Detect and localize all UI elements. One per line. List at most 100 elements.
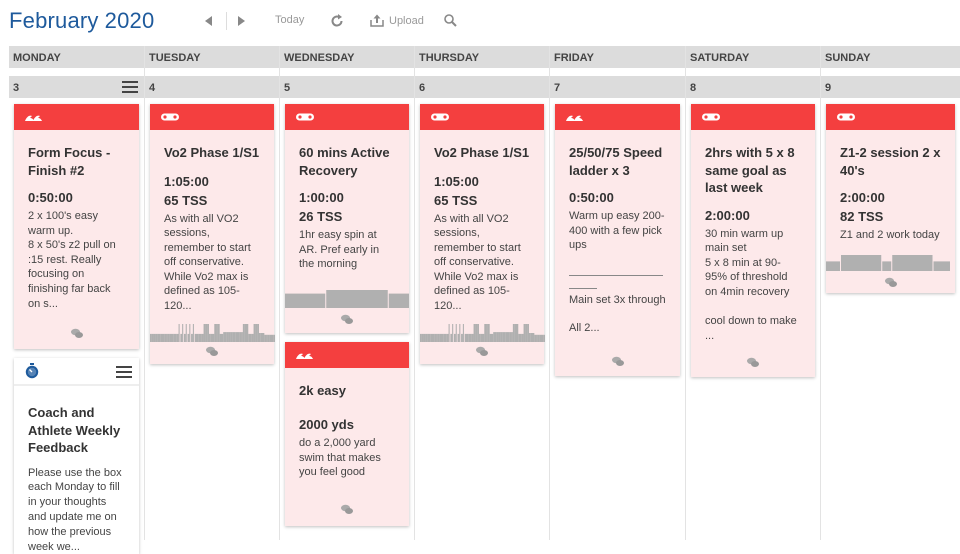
day-column-friday: FRIDAY 7 25/50/75 Speed ladder x 3 0:50:…	[550, 46, 686, 540]
day-header: TUESDAY	[145, 46, 279, 68]
profile-bar	[187, 333, 190, 342]
day-number: 5	[284, 82, 291, 94]
workout-profile-chart	[150, 323, 275, 342]
day-header: THURSDAY	[415, 46, 549, 68]
workout-description: As with all VO2 sessions, remember to st…	[164, 212, 251, 313]
day-number: 9	[825, 82, 832, 94]
comments-icon[interactable]	[476, 346, 489, 356]
workout-profile-chart	[285, 289, 409, 308]
comments-icon[interactable]	[70, 328, 83, 339]
profile-bar	[471, 333, 474, 342]
profile-bar	[445, 333, 447, 342]
top-bar: February 2020 Today Upload	[0, 0, 960, 44]
profile-bar	[462, 323, 464, 342]
workout-tss: 26 TSS	[299, 209, 343, 224]
comments-icon[interactable]	[341, 314, 354, 324]
comments-icon[interactable]	[341, 504, 354, 515]
profile-bar	[191, 333, 193, 342]
profile-bar	[235, 331, 238, 342]
profile-bar	[248, 333, 251, 342]
upload-label: Upload	[389, 14, 424, 27]
today-button[interactable]: Today	[275, 14, 304, 26]
comments-icon[interactable]	[884, 277, 897, 287]
month-label: February	[9, 8, 99, 33]
week-menu-icon[interactable]	[122, 81, 138, 93]
workout-tss: 65 TSS	[434, 192, 478, 208]
profile-bar	[237, 331, 240, 342]
year-label: 2020	[104, 8, 155, 33]
profile-bar	[183, 333, 186, 342]
profile-bar	[421, 333, 424, 342]
workout-duration: 1:05:00	[164, 173, 209, 189]
profile-bar	[443, 333, 446, 342]
profile-bar	[212, 333, 215, 342]
profile-bar	[173, 333, 176, 342]
search-button[interactable]	[444, 14, 457, 27]
comments-icon[interactable]	[206, 346, 219, 356]
workout-title: 25/50/75 Speed ladder x 3	[569, 145, 663, 178]
workout-duration: 0:50:00	[569, 190, 614, 205]
workout-card[interactable]: 25/50/75 Speed ladder x 3 0:50:00 Warm u…	[555, 104, 680, 376]
comments-icon[interactable]	[611, 356, 624, 366]
day-header: MONDAY	[9, 46, 144, 68]
day-number-bar: 9	[821, 76, 960, 98]
caret-left-icon	[205, 16, 212, 26]
workout-title: Z1-2 session 2 x 40's	[840, 145, 941, 178]
page-title: February 2020	[9, 8, 154, 34]
profile-bar	[251, 333, 254, 342]
refresh-icon	[331, 14, 343, 27]
next-week-button[interactable]	[237, 16, 245, 26]
workout-card[interactable]: 60 mins Active Recovery 1:00:00 26 TSS 1…	[285, 104, 409, 333]
profile-bar	[478, 333, 481, 342]
day-column-thursday: THURSDAY 6 Vo2 Phase 1/S1 1:05:00 65 TSS…	[415, 46, 550, 540]
profile-bar	[532, 332, 535, 342]
bike-icon	[296, 113, 314, 121]
workout-card[interactable]: 2hrs with 5 x 8 same goal as last week 2…	[691, 104, 815, 378]
workout-card[interactable]: Vo2 Phase 1/S1 1:05:00 65 TSS As with al…	[420, 104, 545, 364]
day-number-bar: 3	[9, 76, 144, 98]
profile-bar	[453, 333, 456, 342]
calendar-grid: MONDAY 3 Form Focus - Finish #2 0:50:00 …	[9, 46, 960, 554]
day-column-saturday: SATURDAY 8 2hrs with 5 x 8 same goal as …	[686, 46, 821, 540]
workout-card[interactable]: Form Focus - Finish #2 0:50:00 2 x 100's…	[14, 104, 139, 350]
profile-bar	[527, 323, 529, 342]
profile-bar	[420, 333, 422, 342]
profile-bar	[464, 333, 467, 342]
day-header: SATURDAY	[686, 46, 820, 68]
profile-bar	[153, 333, 156, 342]
workout-description-more: All 2...	[569, 322, 600, 335]
workout-card[interactable]: Z1-2 session 2 x 40's 2:00:00 82 TSS Z1 …	[826, 104, 955, 293]
profile-bar	[167, 333, 170, 342]
workout-title: Vo2 Phase 1/S1	[434, 145, 530, 160]
prev-week-button[interactable]	[205, 16, 213, 26]
profile-bar	[198, 333, 201, 342]
profile-bar	[175, 333, 177, 342]
profile-bar	[210, 333, 213, 342]
comments-icon[interactable]	[747, 357, 760, 368]
profile-bar	[459, 323, 461, 342]
profile-bar	[225, 331, 227, 342]
note-menu-icon[interactable]	[116, 366, 132, 379]
workout-card[interactable]: Vo2 Phase 1/S1 1:05:00 65 TSS As with al…	[150, 104, 275, 364]
profile-bar	[475, 323, 478, 342]
profile-bar	[455, 323, 457, 342]
workout-description: Z1 and 2 work today	[840, 229, 940, 241]
profile-bar	[841, 254, 882, 271]
profile-bar	[178, 323, 180, 342]
profile-bar	[441, 333, 444, 342]
day-number-bar: 5	[280, 76, 414, 98]
profile-bar	[436, 333, 438, 342]
day-column-monday: MONDAY 3 Form Focus - Finish #2 0:50:00 …	[9, 46, 145, 554]
workout-card[interactable]: 2k easy 2000 yds do a 2,000 yard swim th…	[285, 341, 409, 527]
profile-bar	[537, 334, 540, 342]
day-header: SUNDAY	[821, 46, 960, 68]
upload-button[interactable]: Upload	[370, 14, 424, 27]
profile-bar	[166, 333, 168, 342]
profile-bar	[534, 334, 537, 342]
refresh-button[interactable]	[330, 14, 344, 28]
profile-bar	[427, 333, 429, 342]
profile-bar	[521, 333, 524, 342]
workout-duration: 0:50:00	[28, 190, 73, 205]
profile-bar	[486, 323, 488, 342]
note-card[interactable]: Coach and Athlete Weekly Feedback Please…	[14, 358, 139, 554]
